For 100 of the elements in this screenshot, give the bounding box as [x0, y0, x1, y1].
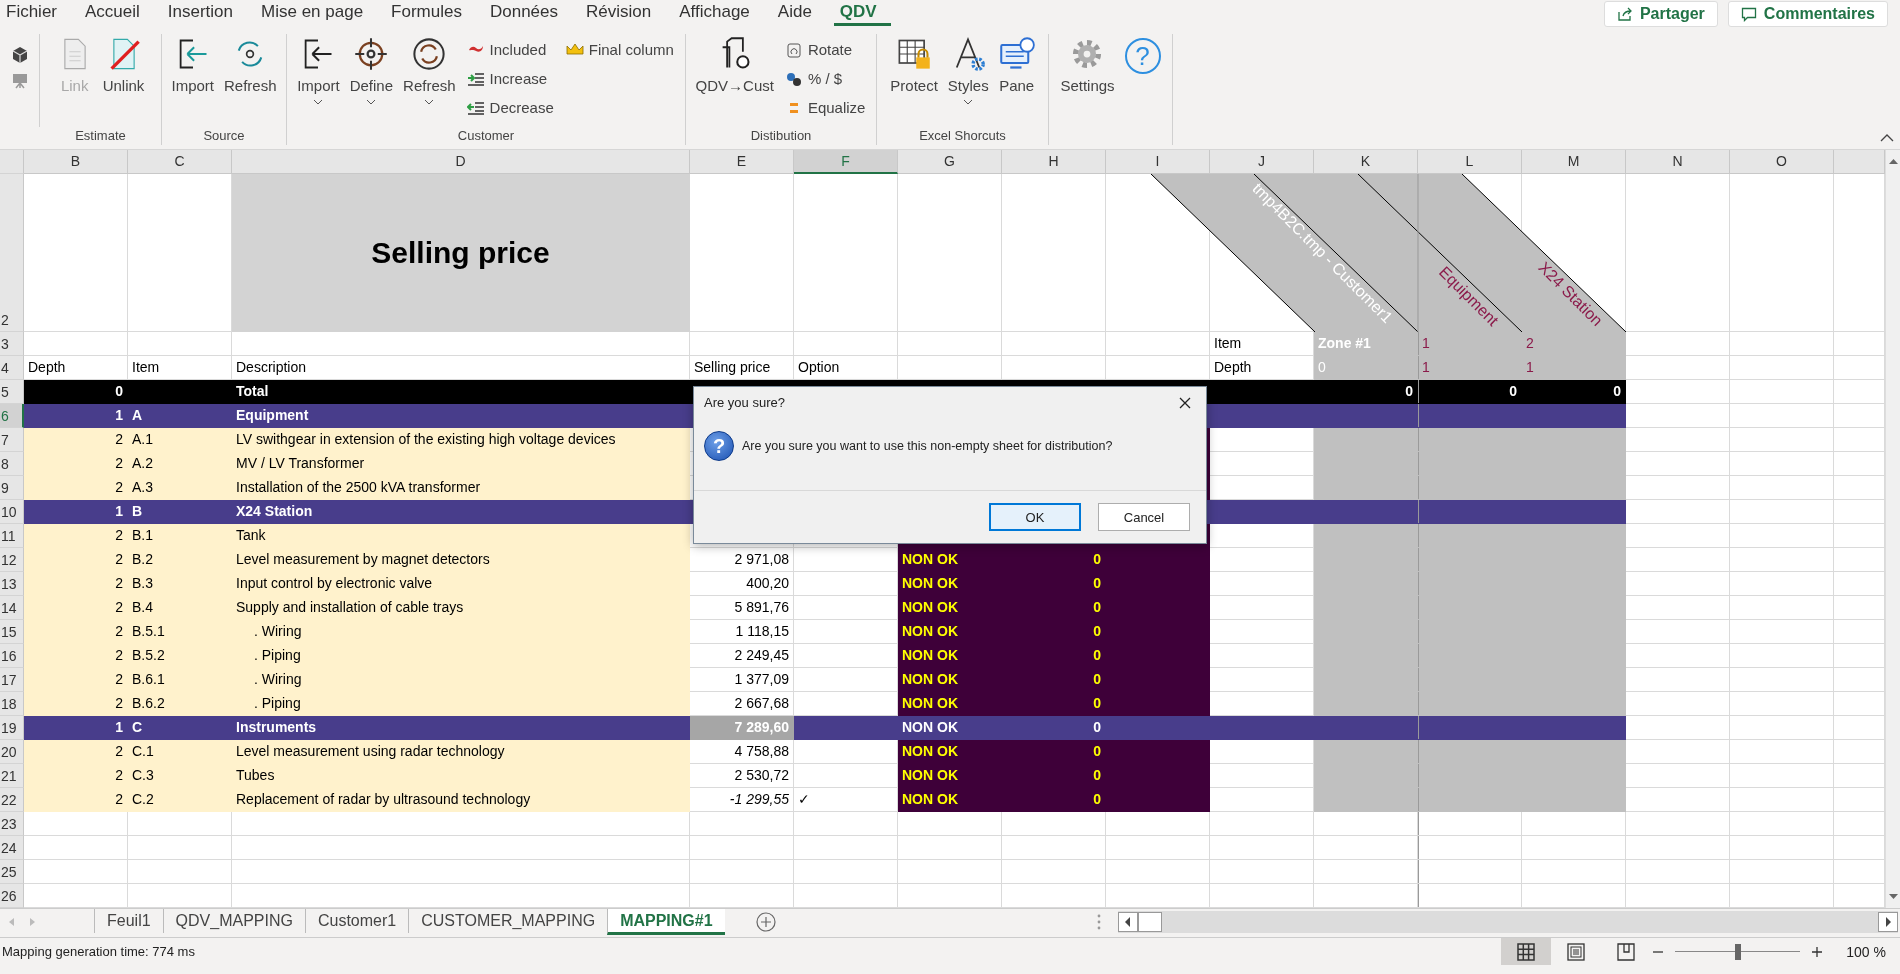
menu-tab[interactable]: Accueil: [79, 0, 154, 26]
sheet-tab[interactable]: Customer1: [304, 909, 409, 933]
table-cell: 2: [24, 644, 128, 668]
caret-icon[interactable]: [1880, 133, 1894, 143]
sheet-tab[interactable]: Feuil1: [94, 909, 163, 933]
cube-icon[interactable]: [10, 46, 29, 64]
ribbon-button[interactable]: Included: [466, 38, 554, 61]
row-header[interactable]: 19: [0, 716, 24, 740]
row-header[interactable]: 9: [0, 476, 24, 500]
ribbon-button[interactable]: Equalize: [784, 96, 866, 119]
scroll-left-icon[interactable]: [1118, 912, 1138, 932]
column-header[interactable]: M: [1522, 150, 1626, 174]
row-header[interactable]: 2: [0, 174, 24, 332]
normal-view-button[interactable]: [1501, 938, 1552, 965]
easel-icon[interactable]: [10, 72, 29, 90]
row-header[interactable]: 11: [0, 524, 24, 548]
cancel-button[interactable]: Cancel: [1098, 503, 1190, 531]
table-cell: 0: [1314, 356, 1418, 380]
group-label: Estimate: [75, 128, 126, 145]
table-cell: -1 299,55: [690, 788, 794, 812]
row-header[interactable]: 10: [0, 500, 24, 524]
menu-tab[interactable]: QDV: [833, 0, 891, 26]
ribbon-button[interactable]: Decrease: [466, 96, 554, 119]
column-header[interactable]: D: [232, 150, 690, 174]
ribbon-button[interactable]: Styles: [944, 36, 992, 105]
table-cell: 2: [24, 476, 128, 500]
row-header[interactable]: 8: [0, 452, 24, 476]
row-header[interactable]: 3: [0, 332, 24, 356]
ribbon-button[interactable]: Refresh: [400, 36, 459, 105]
column-header[interactable]: L: [1418, 150, 1522, 174]
sheet-tab[interactable]: MAPPING#1: [607, 909, 725, 935]
column-header[interactable]: G: [898, 150, 1002, 174]
column-header[interactable]: J: [1210, 150, 1314, 174]
row-header[interactable]: 4: [0, 356, 24, 380]
scroll-thumb[interactable]: [1138, 912, 1162, 932]
table-cell: 0: [1002, 764, 1106, 788]
sheet-tab[interactable]: QDV_MAPPING: [162, 909, 305, 933]
table-cell: 0: [1002, 620, 1106, 644]
ribbon-button[interactable]: Unlink: [99, 36, 148, 94]
horizontal-scrollbar[interactable]: [1118, 911, 1898, 933]
ribbon-button[interactable]: Final column: [565, 38, 674, 61]
row-header[interactable]: 26: [0, 884, 24, 908]
column-header[interactable]: O: [1730, 150, 1834, 174]
column-header[interactable]: C: [128, 150, 232, 174]
row-header[interactable]: 18: [0, 692, 24, 716]
menu-tab[interactable]: Mise en page: [255, 0, 378, 26]
menu-tab[interactable]: Fichier: [0, 0, 71, 26]
ribbon-button[interactable]: Rotate: [784, 38, 866, 61]
comments-button[interactable]: Commentaires: [1727, 1, 1888, 27]
zoom-in-icon[interactable]: [1810, 944, 1825, 959]
menu-tab[interactable]: Aide: [771, 0, 826, 26]
row-header[interactable]: 23: [0, 812, 24, 836]
scroll-right-icon[interactable]: [1878, 912, 1898, 932]
column-header[interactable]: I: [1106, 150, 1210, 174]
row-header[interactable]: 24: [0, 836, 24, 860]
ok-button[interactable]: OK: [989, 503, 1081, 531]
ribbon-button[interactable]: Pane: [995, 36, 1038, 94]
menu-tab[interactable]: Affichage: [673, 0, 764, 26]
menu-tab[interactable]: Formules: [385, 0, 476, 26]
row-header[interactable]: 22: [0, 788, 24, 812]
ribbon-button[interactable]: % / $: [784, 67, 866, 90]
ribbon-button[interactable]: Define: [346, 36, 397, 105]
menu-tab[interactable]: Données: [483, 0, 573, 26]
ribbon-button[interactable]: Refresh: [221, 36, 280, 94]
ribbon-button[interactable]: Import: [168, 36, 217, 94]
ribbon-button[interactable]: Increase: [466, 67, 554, 90]
ribbon-button[interactable]: Settings: [1057, 36, 1118, 94]
row-header[interactable]: 21: [0, 764, 24, 788]
row-header[interactable]: 12: [0, 548, 24, 572]
column-header[interactable]: N: [1626, 150, 1730, 174]
splitter-icon[interactable]: [1096, 913, 1102, 931]
ribbon-button[interactable]: QDV→Cust: [692, 36, 777, 94]
table-cell: . Wiring: [232, 668, 690, 692]
row-header[interactable]: 14: [0, 596, 24, 620]
column-header[interactable]: K: [1314, 150, 1418, 174]
row-header[interactable]: 5: [0, 380, 24, 404]
column-header[interactable]: H: [1002, 150, 1106, 174]
ribbon-button[interactable]: Protect: [887, 36, 941, 94]
row-header[interactable]: 6: [0, 404, 24, 428]
row-header[interactable]: 13: [0, 572, 24, 596]
table-cell: . Wiring: [232, 620, 690, 644]
row-header[interactable]: 20: [0, 740, 24, 764]
column-header[interactable]: B: [24, 150, 128, 174]
menu-tab[interactable]: Révision: [580, 0, 666, 26]
column-header[interactable]: E: [690, 150, 794, 174]
share-button[interactable]: Partager: [1603, 1, 1718, 27]
monitor-icon: [998, 36, 1035, 72]
menu-tab[interactable]: Insertion: [161, 0, 248, 26]
close-icon[interactable]: [1178, 395, 1192, 410]
row-header[interactable]: 7: [0, 428, 24, 452]
ribbon-button[interactable]: Import: [294, 36, 343, 105]
add-sheet-icon[interactable]: [754, 911, 777, 933]
row-header[interactable]: 17: [0, 668, 24, 692]
column-header[interactable]: F: [794, 150, 898, 174]
row-header[interactable]: 25: [0, 860, 24, 884]
row-header[interactable]: 16: [0, 644, 24, 668]
status-message: Mapping generation time: 774 ms: [1, 944, 195, 959]
zoom-level[interactable]: 100 %: [1824, 943, 1900, 960]
table-cell: 0: [1002, 572, 1106, 596]
row-header[interactable]: 15: [0, 620, 24, 644]
